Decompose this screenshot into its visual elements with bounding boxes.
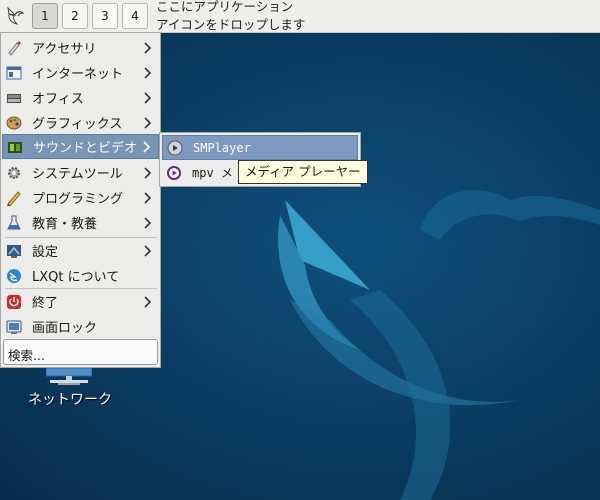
menu-item-programming[interactable]: プログラミング <box>2 185 159 210</box>
menu-item-label: システムツール <box>32 167 123 182</box>
menu-item-label: オフィス <box>32 92 84 107</box>
quicklaunch-drop-area[interactable]: ここにアプリケーション アイコンをドロップします <box>156 0 305 34</box>
main-menu-button[interactable] <box>2 3 28 29</box>
menu-item-label: 画面ロック <box>32 321 98 336</box>
menu-item-education[interactable]: 教育・教養 <box>2 210 159 235</box>
lxqt-logo-icon <box>7 6 25 25</box>
office-icon <box>7 93 21 103</box>
menu-item-label: サウンドとビデオ <box>33 141 138 156</box>
menu-item-label: 設定 <box>32 245 59 260</box>
submenu-item-label: SMPlayer <box>193 140 251 155</box>
menu-item-sound-video[interactable]: サウンドとビデオ <box>2 134 159 159</box>
menu-item-label: LXQt について <box>32 270 120 285</box>
chevron-right-icon <box>144 244 152 257</box>
menu-item-label: グラフィックス <box>32 117 123 132</box>
smplayer-icon <box>167 140 183 155</box>
quicklaunch-hint-line2: アイコンをドロップします <box>156 17 306 32</box>
accessories-icon <box>8 40 21 56</box>
system-tools-icon <box>8 166 20 179</box>
menu-search-input[interactable]: 検索... <box>3 339 158 365</box>
chevron-right-icon <box>144 216 152 229</box>
menu-item-leave[interactable]: 終了 <box>2 289 159 314</box>
mpv-icon <box>167 165 181 180</box>
submenu-item-smplayer[interactable]: SMPlayer <box>162 135 358 160</box>
desktop-switch-3[interactable]: 3 <box>92 3 118 29</box>
chevron-right-icon <box>144 66 152 79</box>
menu-item-settings[interactable]: 設定 <box>2 238 159 263</box>
menu-item-label: 終了 <box>32 296 59 311</box>
quicklaunch-hint-line1: ここにアプリケーション <box>156 0 294 14</box>
submenu-item-label: mpv メ <box>192 166 233 180</box>
menu-item-graphics[interactable]: グラフィックス <box>2 110 159 135</box>
menu-item-label: 教育・教養 <box>32 217 98 232</box>
chevron-right-icon <box>144 191 152 204</box>
internet-icon <box>6 66 22 79</box>
desktop-switch-1[interactable]: 1 <box>32 3 58 29</box>
network-icon[interactable] <box>46 368 92 386</box>
menu-item-system-tools[interactable]: システムツール <box>2 160 159 185</box>
tooltip: メディア プレーヤー <box>238 160 368 184</box>
menu-item-about-lxqt[interactable]: LXQt について <box>2 263 159 288</box>
menu-item-lock-screen[interactable]: 画面ロック <box>2 314 159 339</box>
menu-item-label: プログラミング <box>32 192 124 207</box>
lock-screen-icon <box>6 320 22 334</box>
lxqt-icon <box>7 268 21 283</box>
desktop-switch-4[interactable]: 4 <box>122 3 148 29</box>
programming-icon <box>7 190 21 206</box>
chevron-right-icon <box>144 91 152 104</box>
menu-item-label: インターネット <box>32 67 124 82</box>
chevron-right-icon <box>144 116 152 129</box>
education-icon <box>7 215 21 229</box>
chevron-right-icon <box>144 295 152 308</box>
chevron-right-icon <box>143 140 151 153</box>
graphics-icon <box>6 116 22 129</box>
chevron-right-icon <box>144 41 152 54</box>
multimedia-icon <box>8 141 22 153</box>
desktop-icon-label[interactable]: ネットワーク <box>0 389 140 409</box>
top-panel: 1 2 3 4 ここにアプリケーション アイコンをドロップします <box>0 0 600 33</box>
menu-item-label: アクセサリ <box>32 42 97 57</box>
main-menu: アクセサリ インターネット オフィス グラフィックス サウンドとビデオ システム… <box>0 32 161 368</box>
menu-item-internet[interactable]: インターネット <box>2 60 159 85</box>
menu-item-accessories[interactable]: アクセサリ <box>2 35 159 60</box>
power-icon <box>7 294 21 309</box>
menu-item-office[interactable]: オフィス <box>2 85 159 110</box>
chevron-right-icon <box>144 166 152 179</box>
settings-icon <box>7 244 21 258</box>
desktop-switch-2[interactable]: 2 <box>62 3 88 29</box>
